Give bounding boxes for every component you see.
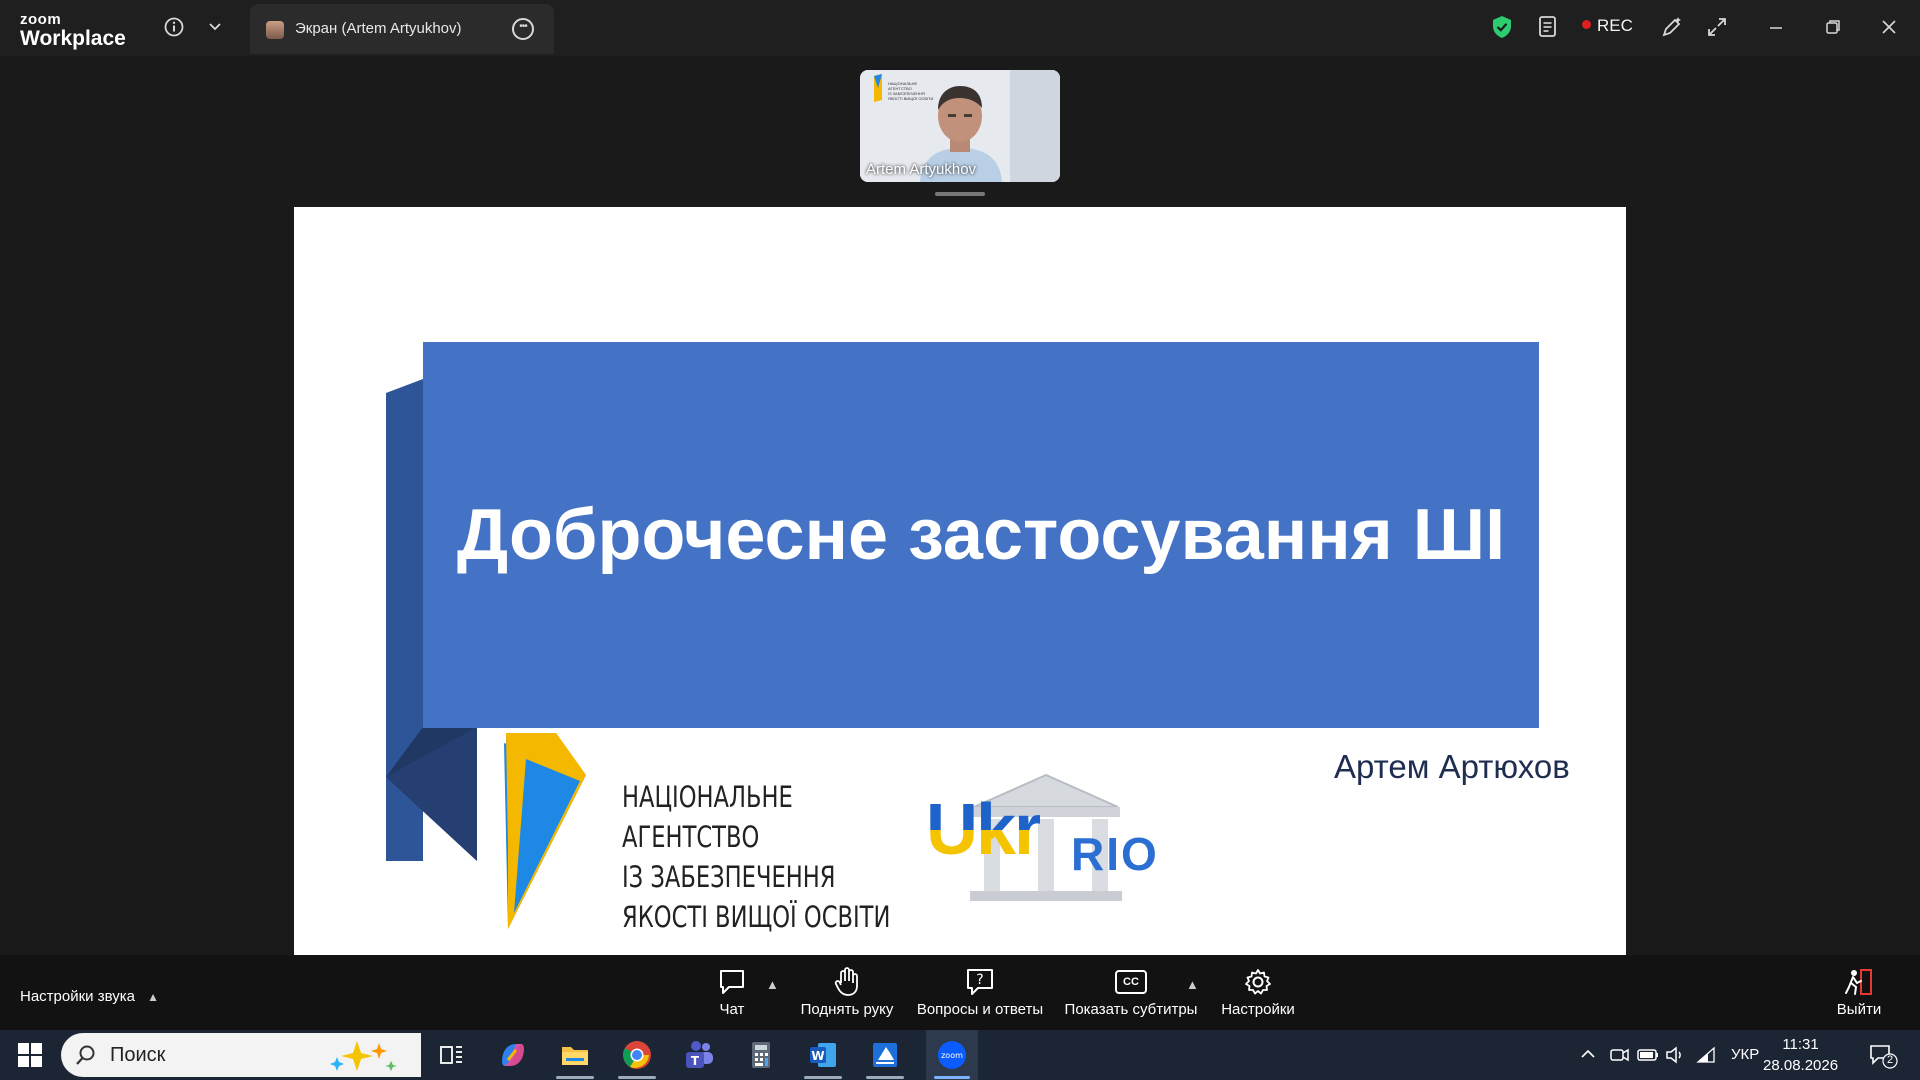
qa-button[interactable]: ? Вопросы и ответы	[914, 967, 1046, 1018]
fullscreen-icon[interactable]	[1705, 15, 1729, 39]
chat-icon	[720, 970, 744, 994]
info-icon[interactable]	[163, 16, 185, 38]
captions-label: Показать субтитры	[1064, 1001, 1198, 1018]
notification-count: 2	[1886, 1054, 1894, 1066]
leave-icon	[1845, 969, 1872, 995]
annotate-pen-icon[interactable]	[1660, 15, 1684, 39]
org-line-4: ЯКОСТІ ВИЩОЇ ОСВІТИ	[622, 900, 891, 934]
zoom-app-text: zoom	[941, 1051, 963, 1060]
recording-dot-icon	[1582, 20, 1591, 29]
presenter-avatar-icon	[266, 21, 284, 39]
chat-button[interactable]: Чат	[700, 967, 764, 1018]
encryption-shield-icon[interactable]	[1491, 15, 1513, 39]
taskbar-clock[interactable]: 11:31 28.08.2026	[1763, 1034, 1838, 1076]
tab-label: Экран (Artem Artyukhov)	[295, 20, 462, 37]
minimize-icon[interactable]	[1764, 15, 1788, 39]
settings-button[interactable]: Настройки	[1218, 967, 1298, 1018]
audio-settings-label: Настройки звука	[20, 988, 135, 1005]
chrome-active-indicator	[618, 1076, 656, 1079]
search-label: Поиск	[110, 1044, 166, 1066]
svg-text:T: T	[691, 1054, 700, 1068]
rec-label: REC	[1597, 16, 1633, 35]
qa-label: Вопросы и ответы	[916, 1001, 1044, 1018]
ukrrio-logo-rio: RIO	[1071, 828, 1159, 880]
chevron-up-icon[interactable]: ▲	[147, 990, 159, 1004]
captions-icon: CC	[1115, 970, 1147, 994]
video-drag-handle[interactable]	[935, 192, 985, 196]
captions-button[interactable]: CC Показать субтитры	[1064, 967, 1198, 1018]
word-icon[interactable]: W	[806, 1038, 840, 1072]
chevron-down-icon[interactable]	[205, 17, 225, 37]
more-options-icon[interactable]: •••	[512, 18, 534, 40]
slide-title: Доброчесне застосування ШІ	[456, 495, 1506, 575]
zoom-active-indicator	[934, 1076, 970, 1079]
zoom-workplace-logo: zoom Workplace	[20, 12, 126, 49]
leave-button[interactable]: Выйти	[1834, 967, 1884, 1018]
chat-options-chevron-icon[interactable]: ▲	[766, 977, 779, 992]
file-explorer-icon[interactable]	[558, 1038, 592, 1072]
document-app-active-indicator	[866, 1076, 904, 1079]
leave-label: Выйти	[1836, 1001, 1882, 1018]
raise-hand-icon	[834, 967, 858, 996]
slide-author: Артем Артюхов	[1334, 748, 1570, 785]
notes-icon[interactable]	[1537, 15, 1559, 39]
battery-icon[interactable]	[1636, 1044, 1660, 1066]
shared-slide: Доброчесне застосування ШІ Артем Артюхов…	[294, 207, 1626, 955]
restore-icon[interactable]	[1821, 15, 1845, 39]
camera-tray-icon[interactable]	[1608, 1044, 1630, 1066]
qa-icon: ?	[967, 969, 993, 995]
wifi-icon[interactable]	[1696, 1044, 1718, 1066]
ukrrio-logo-ukr: Ukr	[926, 790, 1042, 870]
volume-icon[interactable]	[1664, 1044, 1686, 1066]
title-bar: zoom Workplace Экран (Artem Artyukhov) •…	[0, 0, 1920, 56]
zoom-app-icon[interactable]: zoom	[935, 1038, 969, 1072]
brand-workplace-text: Workplace	[20, 27, 126, 50]
copilot-app-icon[interactable]	[496, 1038, 530, 1072]
chrome-icon[interactable]	[620, 1038, 654, 1072]
search-icon	[76, 1045, 95, 1065]
thumb-org-line-4: ЯКОСТІ ВИЩОЇ ОСВІТИ	[888, 96, 934, 101]
naqa-org-name: НАЦІОНАЛЬНЕ АГЕНТСТВО ІЗ ЗАБЕЗПЕЧЕННЯ ЯК…	[622, 777, 890, 937]
clock-date: 28.08.2026	[1763, 1057, 1839, 1074]
participant-video-tile[interactable]: НАЦІОНАЛЬНЕ АГЕНТСТВО ІЗ ЗАБЕЗПЕЧЕННЯ ЯК…	[860, 70, 1060, 182]
taskbar-search-box[interactable]: Поиск	[61, 1033, 421, 1077]
org-line-1: НАЦІОНАЛЬНЕ	[622, 780, 793, 814]
settings-label: Настройки	[1221, 1001, 1295, 1018]
document-app-icon[interactable]	[868, 1038, 902, 1072]
file-explorer-active-indicator	[556, 1076, 594, 1079]
notification-center-icon[interactable]: 2	[1868, 1042, 1898, 1070]
recording-indicator[interactable]: REC	[1582, 16, 1633, 36]
svg-text:?: ?	[976, 972, 983, 988]
word-letter: W	[811, 1049, 824, 1063]
task-view-icon[interactable]	[434, 1038, 468, 1072]
meeting-toolbar: Настройки звука ▲ Чат ▲ Поднять руку ? В…	[0, 955, 1920, 1030]
participant-name: Artem Artyukhov	[866, 161, 977, 178]
raise-hand-label: Поднять руку	[800, 1001, 894, 1018]
chat-label: Чат	[719, 1001, 745, 1018]
thumb-org-text: НАЦІОНАЛЬНЕ АГЕНТСТВО ІЗ ЗАБЕЗПЕЧЕННЯ ЯК…	[888, 81, 933, 101]
org-line-2: АГЕНТСТВО	[622, 820, 760, 854]
teams-icon[interactable]: T	[682, 1038, 716, 1072]
word-active-indicator	[804, 1076, 842, 1079]
input-language-indicator[interactable]: УКР	[1731, 1046, 1759, 1063]
raise-hand-button[interactable]: Поднять руку	[795, 967, 899, 1018]
gear-icon	[1245, 969, 1271, 995]
windows-taskbar: Поиск T W zoom УКР 11:31 28.08.2026 2	[0, 1030, 1920, 1080]
clock-time: 11:31	[1782, 1036, 1819, 1053]
tray-overflow-chevron-icon[interactable]	[1578, 1044, 1598, 1064]
audio-settings-button[interactable]: Настройки звука ▲	[20, 988, 159, 1005]
calculator-icon[interactable]	[744, 1038, 778, 1072]
org-line-3: ІЗ ЗАБЕЗПЕЧЕННЯ	[622, 860, 836, 894]
tab-screen-share[interactable]: Экран (Artem Artyukhov) •••	[250, 4, 554, 54]
brand-zoom-text: zoom	[20, 11, 62, 28]
close-icon[interactable]	[1877, 15, 1901, 39]
windows-start-icon[interactable]	[18, 1043, 42, 1067]
copilot-sparkle-icon	[330, 1041, 397, 1071]
captions-options-chevron-icon[interactable]: ▲	[1186, 977, 1199, 992]
